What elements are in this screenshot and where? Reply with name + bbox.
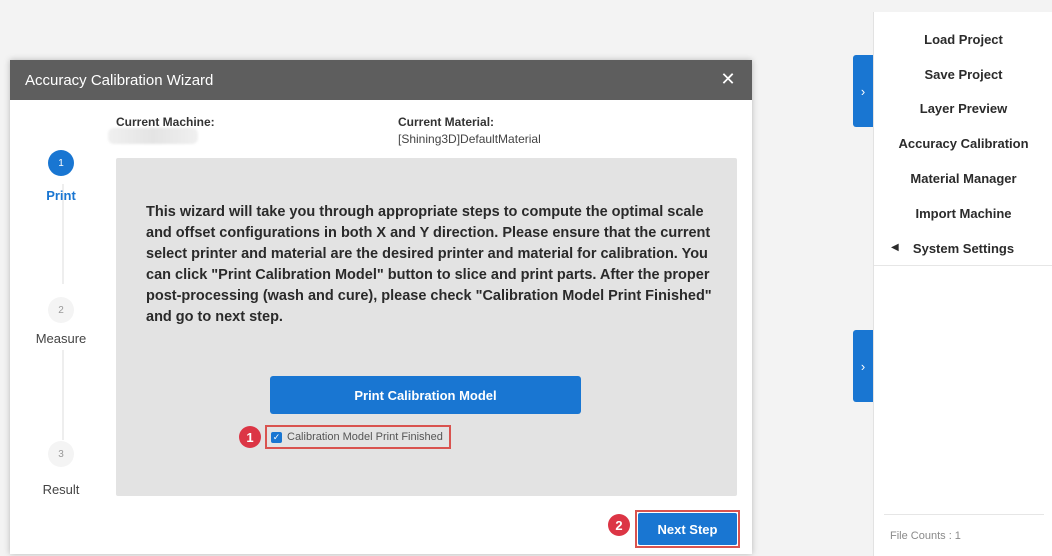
step-connector	[62, 350, 64, 440]
chevron-right-icon: ›	[860, 358, 866, 374]
close-button[interactable]: ✕	[718, 69, 738, 89]
step-3-label: Result	[42, 482, 80, 497]
current-material-value: [Shining3D]DefaultMaterial	[398, 132, 541, 146]
expand-panel-tab-middle[interactable]: ›	[853, 330, 873, 402]
print-calibration-model-button[interactable]: Print Calibration Model	[270, 376, 581, 414]
menu-item-save-project[interactable]: Save Project	[874, 57, 1052, 92]
print-finished-checkbox-row[interactable]: ✓ Calibration Model Print Finished	[265, 425, 451, 449]
menu-item-load-project[interactable]: Load Project	[874, 22, 1052, 57]
step-2-label: Measure	[35, 331, 87, 346]
step-2-indicator: 2	[48, 297, 74, 323]
calibration-wizard-dialog: Accuracy Calibration Wizard ✕ 1 Print 2 …	[10, 60, 752, 554]
menu-item-layer-preview[interactable]: Layer Preview	[874, 92, 1052, 127]
dialog-title: Accuracy Calibration Wizard	[25, 71, 214, 89]
annotation-badge-2: 2	[608, 514, 630, 536]
step-1-label: Print	[46, 188, 76, 203]
triangle-left-icon: ◀	[891, 241, 899, 253]
print-finished-checkbox-label: Calibration Model Print Finished	[287, 431, 443, 443]
step-1-indicator: 1	[48, 150, 74, 176]
project-menu: Load Project Save Project Layer Preview …	[874, 22, 1052, 266]
menu-divider	[874, 265, 1052, 266]
menu-item-import-machine[interactable]: Import Machine	[874, 196, 1052, 231]
menu-item-material-manager[interactable]: Material Manager	[874, 161, 1052, 196]
chevron-right-icon: ›	[860, 83, 866, 99]
menu-item-accuracy-calibration[interactable]: Accuracy Calibration	[874, 126, 1052, 161]
checkmark-icon: ✓	[272, 431, 281, 442]
annotation-badge-1: 1	[239, 426, 261, 448]
expand-panel-tab-top[interactable]: ›	[853, 55, 873, 127]
close-icon: ✕	[720, 68, 736, 89]
dialog-header: Accuracy Calibration Wizard ✕	[10, 60, 752, 100]
right-panel: Load Project Save Project Layer Preview …	[873, 12, 1052, 556]
file-count-divider	[884, 514, 1044, 515]
file-count: File Counts : 1	[890, 530, 961, 542]
next-step-button[interactable]: Next Step	[638, 513, 737, 545]
current-machine-value-redacted	[108, 128, 198, 144]
print-finished-checkbox[interactable]: ✓	[271, 431, 282, 443]
instructions-panel: This wizard will take you through approp…	[116, 158, 737, 496]
wizard-description: This wizard will take you through approp…	[146, 204, 712, 325]
menu-item-system-settings[interactable]: ◀ System Settings	[874, 231, 1052, 266]
step-3-indicator: 3	[48, 441, 74, 467]
current-material-label: Current Material:	[398, 115, 495, 129]
current-machine-label: Current Machine:	[116, 115, 215, 129]
